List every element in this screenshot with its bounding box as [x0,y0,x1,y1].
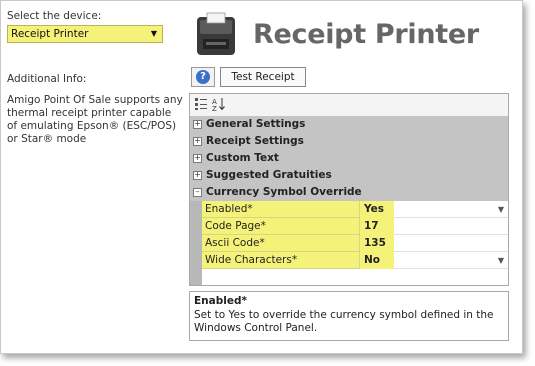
collapse-icon[interactable]: – [193,188,202,197]
help-icon: ? [196,70,210,84]
additional-info-label: Additional Info: [7,73,87,85]
category-custom-text[interactable]: + Custom Text [190,150,508,167]
category-receipt-settings[interactable]: + Receipt Settings [190,133,508,150]
property-name: Enabled* [202,201,360,218]
dropdown-arrow-icon[interactable]: ▼ [498,252,504,269]
additional-info-text: Amigo Point Of Sale supports any thermal… [7,94,183,145]
property-name: Ascii Code* [202,235,360,252]
property-row-wide-characters[interactable]: Wide Characters* No ▼ [202,252,508,269]
categorized-icon[interactable] [194,97,208,111]
category-general-settings[interactable]: + General Settings [190,116,508,133]
property-description-panel: Enabled* Set to Yes to override the curr… [189,291,509,341]
device-settings-window: Select the device: Receipt Printer ▼ Add… [0,0,523,354]
description-text: Set to Yes to override the currency symb… [194,309,494,334]
property-name: Wide Characters* [202,252,360,269]
property-value: 17 [364,220,379,232]
property-name: Code Page* [202,218,360,235]
property-value-field[interactable]: 17 [360,218,508,235]
property-value-field[interactable]: 135 [360,235,508,252]
property-value: 135 [364,237,386,249]
category-currency-symbol-override[interactable]: – Currency Symbol Override [190,184,508,201]
svg-text:Z: Z [212,105,217,111]
expand-icon[interactable]: + [193,120,202,129]
property-value: No [364,254,381,266]
dropdown-arrow-icon[interactable]: ▼ [151,26,157,42]
property-value-field[interactable]: No ▼ [360,252,508,269]
device-dropdown[interactable]: Receipt Printer ▼ [7,25,163,43]
property-value-field[interactable]: Yes ▼ [360,201,508,218]
expand-icon[interactable]: + [193,137,202,146]
property-grid: A Z + General Settings + Receipt Setting… [189,93,509,286]
page-title: Receipt Printer [253,19,479,50]
dropdown-arrow-icon[interactable]: ▼ [498,201,504,218]
help-button[interactable]: ? [191,67,215,87]
property-value: Yes [364,203,385,215]
alphabetical-sort-icon[interactable]: A Z [212,97,226,113]
expand-icon[interactable]: + [193,171,202,180]
description-title: Enabled* [194,295,247,307]
category-suggested-gratuities[interactable]: + Suggested Gratuities [190,167,508,184]
property-row-enabled[interactable]: Enabled* Yes ▼ [202,201,508,218]
property-row-ascii-code[interactable]: Ascii Code* 135 [202,235,508,252]
device-dropdown-value: Receipt Printer [11,28,89,40]
receipt-printer-icon [191,11,241,61]
device-label: Select the device: [7,10,102,22]
property-row-code-page[interactable]: Code Page* 17 [202,218,508,235]
property-grid-toolbar: A Z [190,94,508,116]
expand-icon[interactable]: + [193,154,202,163]
test-receipt-button[interactable]: Test Receipt [220,67,306,87]
